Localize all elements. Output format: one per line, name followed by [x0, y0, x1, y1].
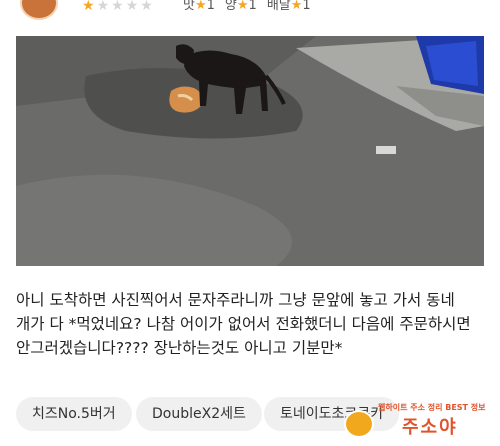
star-icon: ★ [140, 0, 155, 14]
menu-tag-chip[interactable]: 치즈No.5버거 [16, 397, 132, 431]
user-avatar[interactable] [20, 0, 58, 20]
overall-rating-stars: ★★★★★ [82, 0, 155, 14]
star-icon: ★ [82, 0, 97, 14]
review-photo[interactable] [16, 36, 484, 266]
star-icon: ★ [290, 0, 303, 13]
rating-quantity-value: 1 [248, 0, 257, 13]
detail-ratings: 맛★1 양★1 배달★1 [183, 0, 311, 14]
watermark-title: 주소야 [402, 417, 458, 438]
star-icon: ★ [194, 0, 207, 13]
star-icon: ★ [236, 0, 249, 13]
star-icon: ★ [96, 0, 112, 14]
duck-logo-icon [344, 410, 374, 438]
rating-taste-label: 맛 [183, 0, 195, 13]
review-header: ★★★★★ 맛★1 양★1 배달★1 [0, 0, 500, 20]
rating-quantity-label: 양 [224, 0, 237, 13]
review-text: 아니 도착하면 사진찍어서 문자주라니까 그냥 문앞에 놓고 가서 동네 개가 … [16, 291, 476, 357]
rating-taste-value: 1 [206, 0, 215, 13]
menu-tag-chip[interactable]: DoubleX2세트 [136, 397, 262, 431]
rating-delivery-value: 1 [302, 0, 311, 13]
star-icon: ★ [111, 0, 126, 14]
watermark-tagline: 웹하이트 주소 정리 BEST 정보 [378, 403, 486, 412]
site-watermark: 웹하이트 주소 정리 BEST 정보 주소야 [340, 398, 490, 440]
star-icon: ★ [125, 0, 141, 14]
rating-delivery-label: 배달 [266, 0, 291, 13]
